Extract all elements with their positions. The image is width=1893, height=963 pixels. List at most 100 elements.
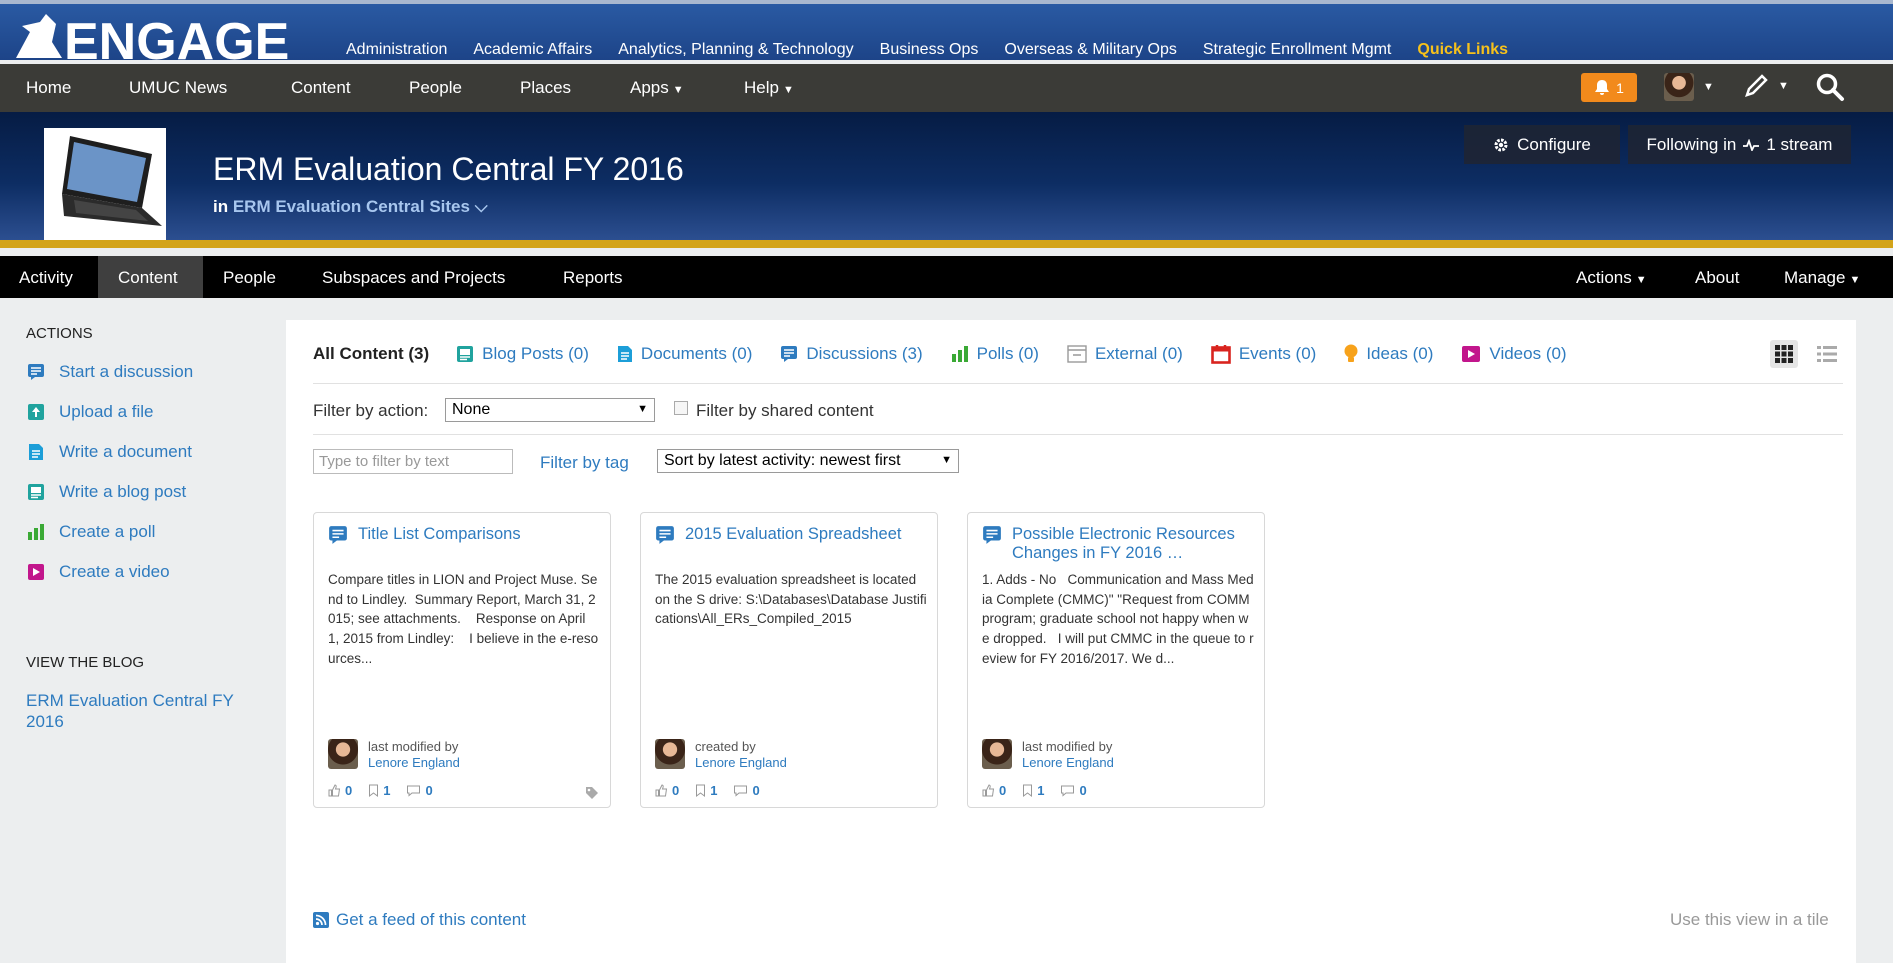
list-view-button[interactable] — [1813, 340, 1841, 368]
comment-count[interactable]: 0 — [406, 783, 433, 798]
search-icon — [1816, 73, 1844, 101]
nav-help[interactable]: Help ▼ — [744, 78, 794, 98]
site-link-analytics[interactable]: Analytics, Planning & Technology — [618, 41, 853, 59]
chevron-down-icon: ▼ — [1778, 80, 1789, 92]
site-link-administration[interactable]: Administration — [346, 41, 447, 59]
tab-subspaces[interactable]: Subspaces and Projects — [322, 268, 505, 288]
like-count[interactable]: 0 — [328, 783, 352, 798]
nav-places[interactable]: Places — [520, 78, 571, 98]
chevron-down-icon[interactable]: ⌵ — [475, 197, 488, 216]
filter-action-select[interactable]: None ▼ — [445, 398, 655, 422]
bookmark-count[interactable]: 1 — [1022, 783, 1044, 798]
avatar[interactable] — [655, 739, 685, 769]
tab-polls[interactable]: Polls (0) — [951, 344, 1039, 364]
tab-people[interactable]: People — [223, 268, 276, 288]
poll-icon — [26, 522, 46, 542]
tab-all-content[interactable]: All Content (3) — [313, 344, 429, 364]
comment-icon — [1061, 785, 1075, 797]
quick-links[interactable]: Quick Links — [1417, 41, 1508, 59]
blog-post-icon — [457, 346, 474, 362]
following-button[interactable]: Following in 1 stream — [1628, 125, 1851, 164]
like-count[interactable]: 0 — [655, 783, 679, 798]
place-nav: Activity Content People Subspaces and Pr… — [0, 256, 1893, 298]
use-in-tile-link[interactable]: Use this view in a tile — [1670, 910, 1829, 930]
site-link-academic-affairs[interactable]: Academic Affairs — [473, 41, 592, 59]
user-menu[interactable]: ▼ — [1664, 73, 1714, 101]
notifications-button[interactable]: 1 — [1581, 73, 1637, 102]
upload-file-action[interactable]: Upload a file — [26, 402, 154, 422]
site-link-strategic-enrollment[interactable]: Strategic Enrollment Mgmt — [1203, 41, 1392, 59]
comment-count-value: 0 — [425, 783, 433, 798]
external-icon — [1067, 345, 1087, 363]
activity-stream-icon — [1743, 138, 1760, 151]
blog-link[interactable]: ERM Evaluation Central FY 2016 — [26, 690, 266, 732]
video-icon — [26, 562, 46, 582]
create-poll-action[interactable]: Create a poll — [26, 522, 155, 542]
bookmark-count[interactable]: 1 — [368, 783, 390, 798]
feed-link[interactable]: Get a feed of this content — [313, 910, 526, 930]
shared-content-checkbox[interactable] — [674, 401, 688, 415]
text-filter-input[interactable] — [313, 449, 513, 474]
chevron-down-icon: ▼ — [1635, 274, 1647, 286]
tab-activity[interactable]: Activity — [19, 268, 73, 288]
document-icon — [26, 442, 46, 462]
nav-content[interactable]: Content — [291, 78, 351, 98]
card-excerpt: 1. Adds - No Communication and Mass Medi… — [982, 572, 1254, 666]
nav-umuc-news[interactable]: UMUC News — [129, 78, 227, 98]
comment-count[interactable]: 0 — [733, 783, 760, 798]
chevron-down-icon: ▼ — [672, 84, 684, 96]
start-discussion-action[interactable]: Start a discussion — [26, 362, 193, 382]
content-card[interactable]: Title List Comparisons Compare titles in… — [313, 512, 611, 808]
content-card[interactable]: Possible Electronic Resources Changes in… — [967, 512, 1265, 808]
like-count[interactable]: 0 — [982, 783, 1006, 798]
tab-videos[interactable]: Videos (0) — [1461, 344, 1567, 364]
bookmark-count[interactable]: 1 — [695, 783, 717, 798]
grid-view-button[interactable] — [1770, 340, 1798, 368]
tab-blog-posts[interactable]: Blog Posts (0) — [456, 344, 589, 364]
filter-by-tag-link[interactable]: Filter by tag — [540, 453, 629, 473]
sort-select[interactable]: Sort by latest activity: newest first ▼ — [657, 449, 959, 473]
tab-documents[interactable]: Documents (0) — [617, 344, 752, 364]
nav-people[interactable]: People — [409, 78, 462, 98]
tab-about[interactable]: About — [1695, 268, 1739, 288]
manage-menu[interactable]: Manage ▼ — [1784, 268, 1860, 288]
card-stats: 0 1 0 — [655, 783, 760, 798]
site-link-overseas-military[interactable]: Overseas & Military Ops — [1004, 41, 1176, 59]
site-link-business-ops[interactable]: Business Ops — [880, 41, 979, 59]
content-card[interactable]: 2015 Evaluation Spreadsheet The 2015 eva… — [640, 512, 938, 808]
tab-discussions[interactable]: Discussions (3) — [780, 344, 923, 364]
tab-content[interactable]: Content — [118, 268, 178, 288]
write-document-action[interactable]: Write a document — [26, 442, 192, 462]
discussion-icon — [329, 526, 347, 544]
card-author[interactable]: Lenore England — [695, 755, 787, 771]
nav-apps[interactable]: Apps ▼ — [630, 78, 684, 98]
feed-link-label: Get a feed of this content — [336, 910, 526, 929]
create-video-action[interactable]: Create a video — [26, 562, 170, 582]
actions-menu[interactable]: Actions ▼ — [1576, 268, 1647, 288]
tab-ideas[interactable]: Ideas (0) — [1344, 344, 1433, 364]
card-title[interactable]: 2015 Evaluation Spreadsheet — [685, 525, 902, 545]
card-author[interactable]: Lenore England — [368, 755, 460, 771]
laptop-icon — [62, 136, 162, 226]
grid-icon — [1775, 345, 1793, 363]
create-menu[interactable]: ▼ — [1744, 74, 1789, 98]
comment-count[interactable]: 0 — [1060, 783, 1087, 798]
like-count-value: 0 — [999, 783, 1007, 798]
tab-events[interactable]: Events (0) — [1211, 344, 1316, 364]
write-document-label: Write a document — [59, 442, 192, 461]
configure-button[interactable]: Configure — [1464, 125, 1620, 164]
avatar[interactable] — [328, 739, 358, 769]
card-title[interactable]: Title List Comparisons — [358, 525, 521, 545]
tag-icon[interactable] — [584, 785, 600, 801]
search-button[interactable] — [1815, 72, 1845, 107]
nav-home[interactable]: Home — [26, 78, 71, 98]
write-blog-post-action[interactable]: Write a blog post — [26, 482, 186, 502]
parent-place-link[interactable]: ERM Evaluation Central Sites — [233, 197, 470, 216]
card-author[interactable]: Lenore England — [1022, 755, 1114, 771]
card-title[interactable]: Possible Electronic Resources Changes in… — [1012, 525, 1254, 563]
tab-external[interactable]: External (0) — [1067, 344, 1183, 364]
engage-logo[interactable]: ENGAGE — [12, 12, 322, 71]
avatar[interactable] — [982, 739, 1012, 769]
rss-icon — [313, 912, 329, 928]
tab-reports[interactable]: Reports — [563, 268, 623, 288]
